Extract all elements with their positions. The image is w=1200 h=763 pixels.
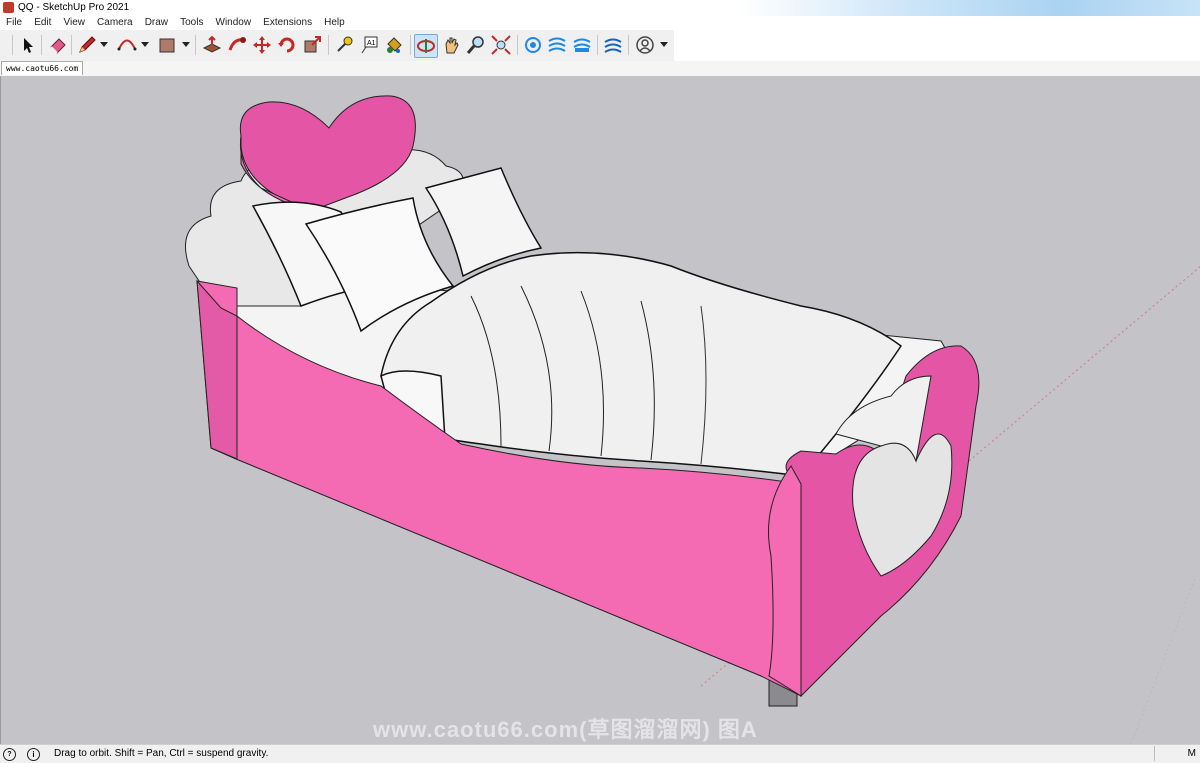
zoom-icon[interactable] [465, 34, 487, 56]
pencil-icon[interactable] [76, 34, 98, 56]
pencil-dropdown-arrow[interactable] [100, 42, 108, 47]
toolbar-separator [628, 35, 629, 55]
toolbar-separator [195, 35, 196, 55]
menu-draw[interactable]: Draw [145, 16, 168, 30]
text-icon[interactable]: A1 [358, 34, 380, 56]
tape-measure-icon[interactable] [333, 34, 355, 56]
toolbar-separator [71, 35, 72, 55]
eraser-icon[interactable] [47, 34, 69, 56]
pan-icon[interactable] [440, 34, 462, 56]
sketchup-app-icon [3, 2, 14, 13]
menu-file[interactable]: File [6, 16, 22, 30]
select-icon[interactable] [17, 34, 39, 56]
watermark-text: www.caotu66.com(草图溜溜网) 图A [373, 717, 758, 742]
toolbar-separator [597, 35, 598, 55]
extension-icon[interactable] [546, 34, 568, 56]
scale-icon[interactable] [301, 34, 323, 56]
follow-me-icon[interactable] [226, 34, 248, 56]
arc-dropdown-arrow[interactable] [141, 42, 149, 47]
geolocation-icon[interactable]: ? [3, 748, 16, 761]
warehouse-icon[interactable] [522, 34, 544, 56]
menu-window[interactable]: Window [216, 16, 252, 30]
menu-help[interactable]: Help [324, 16, 345, 30]
arc-icon[interactable] [116, 34, 138, 56]
account-dropdown-arrow[interactable] [660, 42, 668, 47]
sandbox-icon[interactable] [602, 34, 624, 56]
measurements-label: M [1187, 748, 1196, 759]
window-title: QQ - SketchUp Pro 2021 [18, 2, 130, 13]
bed-model [185, 95, 1200, 744]
toolbar-separator [41, 35, 42, 55]
rectangle-icon[interactable] [156, 34, 178, 56]
title-bar: QQ - SketchUp Pro 2021 [0, 0, 1200, 16]
menu-view[interactable]: View [63, 16, 85, 30]
menu-edit[interactable]: Edit [34, 16, 51, 30]
menu-bar: File Edit View Camera Draw Tools Window … [0, 16, 1200, 30]
toolbar-grip [12, 35, 13, 55]
status-bar: ? i Drag to orbit. Shift = Pan, Ctrl = s… [0, 744, 1200, 763]
svg-text:A1: A1 [367, 40, 376, 47]
menu-tools[interactable]: Tools [180, 16, 203, 30]
paint-bucket-icon[interactable] [383, 34, 405, 56]
toolbar-empty-area [674, 30, 1200, 61]
push-pull-icon[interactable] [201, 34, 223, 56]
menu-extensions[interactable]: Extensions [263, 16, 312, 30]
menu-camera[interactable]: Camera [97, 16, 133, 30]
status-message: Drag to orbit. Shift = Pan, Ctrl = suspe… [54, 748, 269, 759]
orbit-icon[interactable] [414, 34, 438, 58]
info-icon[interactable]: i [27, 748, 40, 761]
extension-manager-icon[interactable] [571, 34, 593, 56]
modeling-viewport[interactable]: www.caotu66.com(草图溜溜网) 图A [0, 76, 1200, 744]
toolbar-separator [328, 35, 329, 55]
rotate-icon[interactable] [276, 34, 298, 56]
title-bar-glow [740, 0, 1200, 16]
scene-tab-bar: www.caotu66.com [0, 61, 1200, 77]
zoom-extents-icon[interactable] [490, 34, 512, 56]
large-tool-set-toolbar: A1 [0, 30, 674, 62]
rectangle-dropdown-arrow[interactable] [182, 42, 190, 47]
scene-tab[interactable]: www.caotu66.com [1, 61, 84, 75]
move-icon[interactable] [251, 34, 273, 56]
measurements-box [1154, 746, 1177, 761]
toolbar-separator [517, 35, 518, 55]
toolbar-separator [410, 35, 411, 55]
account-icon[interactable] [634, 34, 656, 56]
